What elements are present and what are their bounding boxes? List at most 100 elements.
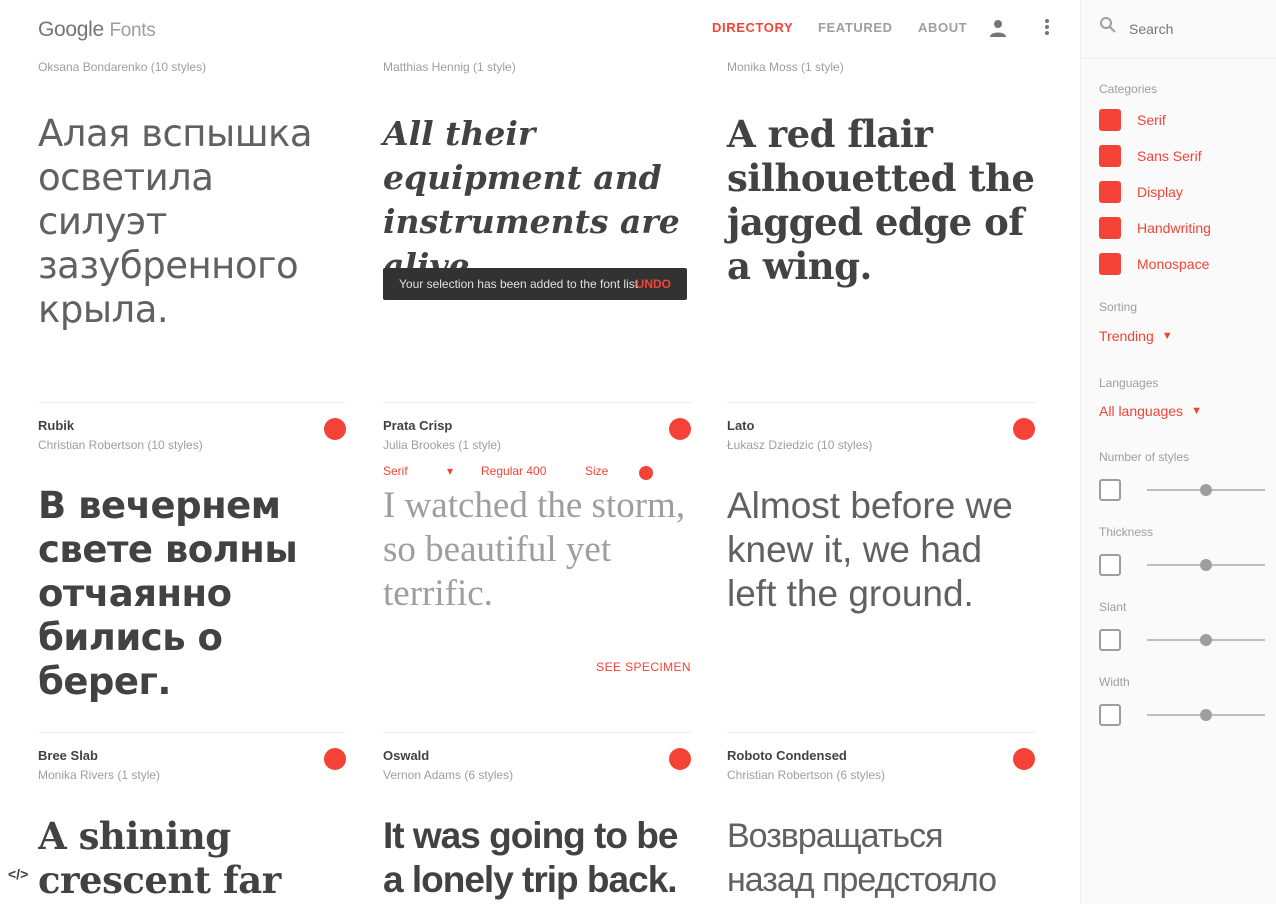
font-sample: All their equipment and instruments are … [383,114,680,285]
font-card[interactable]: Roboto Condensed Christian Robertson (6 … [727,732,1035,904]
add-font-button[interactable] [1013,418,1035,440]
code-icon[interactable]: </> [8,866,28,886]
add-font-button[interactable] [324,748,346,770]
category-label: Sans Serif [1137,148,1202,164]
specimen-toolbar: Serif ▾ Regular 400 Size [383,462,691,482]
size-slider-thumb[interactable] [639,466,653,480]
sorting-value: Trending [1099,328,1154,344]
font-sample: Возвращаться назад предстояло [727,817,997,899]
sorting-select[interactable]: Trending ▼ [1099,328,1173,344]
font-sample: В вечернем свете волны отчаянно бились о… [38,484,298,703]
checkbox-checked[interactable] [1099,217,1121,239]
font-name: Bree Slab [38,748,98,763]
category-label: Display [1137,184,1183,200]
filter-checkbox[interactable] [1099,629,1121,651]
chevron-down-icon: ▼ [1191,405,1202,417]
checkbox-checked[interactable] [1099,109,1121,131]
font-card[interactable]: Rubik Christian Robertson (10 styles) В … [38,402,346,703]
search-input[interactable] [1129,16,1259,42]
filter-checkbox[interactable] [1099,554,1121,576]
slider-thumb[interactable] [1200,484,1212,496]
chevron-down-icon: ▼ [1161,330,1173,342]
nav-directory[interactable]: DIRECTORY [712,20,793,35]
size-select[interactable]: Size [585,464,608,478]
see-specimen-link[interactable]: SEE SPECIMEN [596,660,691,674]
card-divider [38,402,346,403]
slider-label: Thickness [1099,525,1154,539]
checkbox-checked[interactable] [1099,145,1121,167]
card-divider [727,402,1035,403]
font-designer: Christian Robertson (10 styles) [38,438,203,452]
thickness-filter[interactable] [1099,552,1269,578]
logo[interactable]: Google Fonts [38,18,156,42]
card-subtitle: Oksana Bondarenko (10 styles) [38,60,207,74]
slider-thumb[interactable] [1200,559,1212,571]
category-serif[interactable]: Serif [1099,108,1166,132]
nav-featured[interactable]: FEATURED [818,20,893,35]
snackbar-message: Your selection has been added to the fon… [399,277,639,291]
top-bar: Google Fonts DIRECTORY FEATURED ABOUT [0,0,1080,60]
font-card[interactable]: Oswald Vernon Adams (6 styles) It was go… [383,732,691,904]
snackbar: Your selection has been added to the fon… [383,268,687,300]
number-of-styles-filter[interactable] [1099,477,1269,503]
font-sample: I watched the storm, so beautiful yet te… [383,485,686,614]
chevron-down-icon[interactable]: ▾ [447,464,453,478]
weight-select[interactable]: Regular 400 [481,464,546,478]
font-sample: A shining crescent far [38,814,281,902]
card-divider [383,402,691,403]
filter-sidebar: Categories Serif Sans Serif Display Hand… [1080,0,1276,904]
font-name: Roboto Condensed [727,748,847,763]
font-sample: Алая вспышка осветила силуэт зазубренног… [38,112,313,331]
languages-value: All languages [1099,403,1184,419]
card-subtitle: Matthias Hennig (1 style) [383,60,516,74]
font-sample: It was going to be a lonely trip back. [383,815,678,900]
font-sample: Almost before we knew it, we had left th… [727,485,1013,614]
font-card[interactable]: Lato Łukasz Dziedzic (10 styles) Almost … [727,402,1035,702]
nav-about[interactable]: ABOUT [918,20,967,35]
checkbox-checked[interactable] [1099,181,1121,203]
sidebar-divider [1081,58,1276,59]
category-display[interactable]: Display [1099,180,1183,204]
account-icon[interactable] [987,18,1009,40]
font-designer: Christian Robertson (6 styles) [727,768,886,782]
card-divider [38,732,346,733]
add-font-button[interactable] [1013,748,1035,770]
add-font-button[interactable] [669,418,691,440]
slider-label: Number of styles [1099,450,1190,464]
slider-thumb[interactable] [1200,709,1212,721]
add-font-button[interactable] [669,748,691,770]
category-label: Monospace [1137,256,1210,272]
width-filter[interactable] [1099,702,1269,728]
category-sans-serif[interactable]: Sans Serif [1099,144,1202,168]
app-root: Google Fonts DIRECTORY FEATURED ABOUT Ok… [0,0,1276,904]
add-font-button[interactable] [324,418,346,440]
style-select[interactable]: Serif [383,464,408,478]
slant-filter[interactable] [1099,627,1269,653]
font-designer: Łukasz Dziedzic (10 styles) [727,438,873,452]
card-subtitle: Monika Moss (1 style) [727,60,844,74]
font-name: Rubik [38,418,75,433]
more-vert-icon[interactable] [1036,18,1058,40]
card-divider [727,732,1035,733]
undo-button[interactable]: UNDO [636,277,671,291]
font-name: Lato [727,418,755,433]
font-designer: Vernon Adams (6 styles) [383,768,514,782]
font-card[interactable]: Prata Crisp Julia Brookes (1 style) Seri… [383,402,691,702]
font-card[interactable]: Bree Slab Monika Rivers (1 style) A shin… [38,732,346,904]
filter-checkbox[interactable] [1099,479,1121,501]
search-icon [1099,16,1121,38]
category-handwriting[interactable]: Handwriting [1099,216,1211,240]
logo-brand: Google [38,18,104,41]
checkbox-checked[interactable] [1099,253,1121,275]
slider-thumb[interactable] [1200,634,1212,646]
font-sample: A red flair silhouetted the jagged edge … [727,112,1035,288]
category-label: Serif [1137,112,1166,128]
category-label: Handwriting [1137,220,1211,236]
languages-select[interactable]: All languages ▼ [1099,403,1202,419]
category-monospace[interactable]: Monospace [1099,252,1209,276]
card-divider [383,732,691,733]
sorting-label: Sorting [1099,300,1138,314]
slider-label: Slant [1099,600,1127,614]
filter-checkbox[interactable] [1099,704,1121,726]
font-designer: Julia Brookes (1 style) [383,438,502,452]
